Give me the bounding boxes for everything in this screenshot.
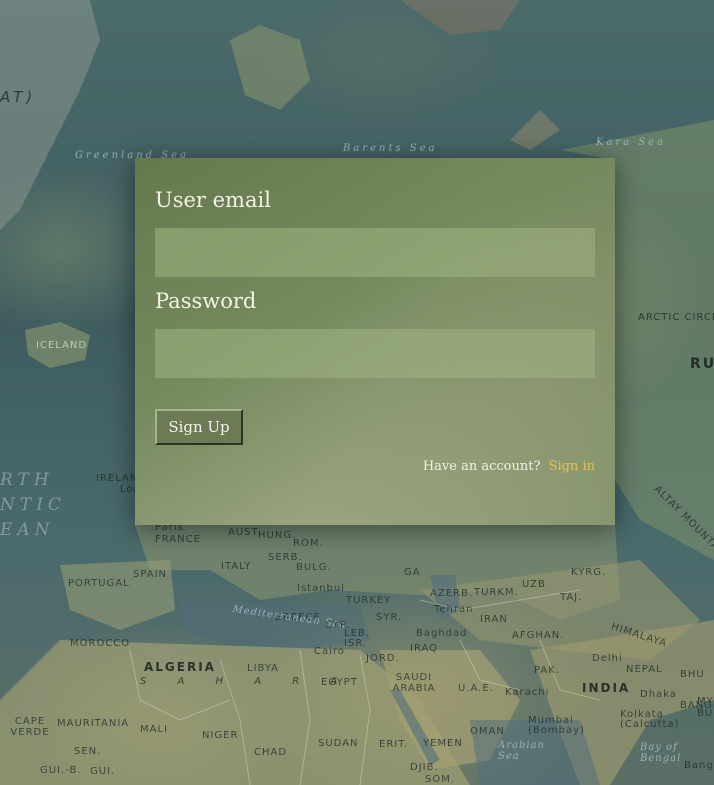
map-label-hung: HUNG. [258, 530, 297, 541]
map-label-ga: GA [404, 567, 421, 578]
email-label: User email [155, 188, 271, 212]
map-label-arabian-sea: Arabian Sea [498, 740, 545, 762]
map-label-italy: ITALY [221, 561, 252, 572]
map-label-cairo: Cairo [314, 646, 345, 657]
map-label-kara-sea: Kara Sea [596, 137, 667, 148]
signup-form-panel: User email Password Sign Up Have an acco… [135, 158, 615, 525]
map-label-chad: CHAD [254, 747, 288, 758]
map-label-oman: OMAN [470, 726, 505, 737]
map-label-tehran: Tehran [434, 604, 474, 615]
signin-prompt-row: Have an account? Sign in [155, 459, 595, 474]
map-label-afghan: AFGHAN. [512, 630, 565, 641]
map-label-atlantic: NTIC [0, 495, 66, 515]
map-label-erit: ERIT. [379, 739, 409, 750]
map-label-algeria: ALGERIA [144, 660, 216, 674]
map-label-azerb: AZERB. [430, 588, 473, 599]
account-prompt-text: Have an account? [422, 459, 541, 474]
sign-in-link[interactable]: Sign in [549, 459, 595, 474]
map-label-cape-verde: CAPE VERDE [10, 716, 50, 738]
email-field[interactable] [155, 228, 595, 277]
map-label-libya: LIBYA [247, 663, 280, 674]
map-label-bur: BUR [697, 708, 714, 719]
map-label-gui-b: GUI.-B. [40, 765, 82, 776]
map-label-france: FRANCE [155, 534, 201, 545]
map-label-istanbul: Istanbul [297, 583, 346, 594]
map-label-sen: SEN. [74, 746, 102, 757]
map-label-iran: IRAN [480, 614, 508, 625]
map-label-nepal: NEPAL [626, 664, 663, 675]
map-label-kyrg: KYRG. [571, 567, 607, 578]
map-label-mumbai: Mumbai (Bombay) [528, 715, 585, 736]
map-label-barents-sea: Barents Sea [343, 143, 438, 154]
map-label-uae: U.A.E. [458, 683, 494, 694]
map-label-ru: RU [690, 356, 714, 372]
map-label-bay-of-bengal: Bay of Bengal [640, 742, 682, 764]
map-label-niger: NIGER [202, 730, 239, 741]
map-label-spain: SPAIN [133, 569, 168, 580]
map-label-baghdad: Baghdad [416, 628, 468, 639]
map-label-delhi: Delhi [592, 653, 623, 664]
map-label-mali: MALI [140, 724, 168, 735]
map-label-yemen: YEMEN [423, 738, 463, 749]
map-label-sahara: S A H A R A [140, 676, 352, 687]
map-label-pak: PAK. [534, 665, 560, 676]
map-label-north: RTH [0, 470, 54, 490]
map-label-aust: AUST. [228, 527, 262, 538]
map-label-turkey: TURKEY [346, 595, 392, 606]
map-label-taj: TAJ. [560, 592, 583, 603]
map-label-uzb: UZB [522, 579, 546, 590]
map-label-at: AT) [0, 88, 37, 106]
map-label-som: SOM. [425, 774, 456, 785]
map-label-iceland: ICELAND [36, 340, 88, 351]
map-label-bulg: BULG. [296, 562, 332, 573]
map-label-kolkata: Kolkata (Calcutta) [620, 709, 680, 730]
sign-up-button[interactable]: Sign Up [155, 409, 243, 445]
map-label-isr: ISR. [344, 638, 368, 649]
map-label-syr: SYR. [376, 612, 403, 623]
map-label-ireland: IRELAN [96, 473, 139, 484]
map-label-bangk: Bangk [684, 760, 714, 771]
map-label-ocean: EAN [0, 520, 55, 540]
map-label-turkm: TURKM. [474, 587, 519, 598]
password-field[interactable] [155, 329, 595, 378]
password-label: Password [155, 289, 257, 313]
map-label-gui: GUI. [90, 766, 116, 777]
map-label-dhaka: Dhaka [640, 689, 677, 700]
map-label-bhu: BHU [680, 669, 705, 680]
map-label-saudi: SAUDI ARABIA [392, 672, 436, 694]
map-label-morocco: MOROCCO [70, 638, 131, 649]
map-label-my: MY [697, 696, 714, 707]
map-label-arctic-circle: ARCTIC CIRCLE [638, 312, 714, 323]
map-label-rom: ROM. [293, 538, 324, 549]
map-label-djib: DJIB. [410, 762, 439, 773]
map-label-mauritania: MAURITANIA [57, 718, 130, 729]
map-label-portugal: PORTUGAL [68, 578, 130, 589]
map-label-jord: JORD. [366, 653, 400, 664]
map-label-india: INDIA [582, 681, 631, 695]
map-label-sudan: SUDAN [318, 738, 359, 749]
map-label-karachi: Karachi [505, 687, 550, 698]
map-label-iraq: IRAQ [410, 643, 439, 654]
